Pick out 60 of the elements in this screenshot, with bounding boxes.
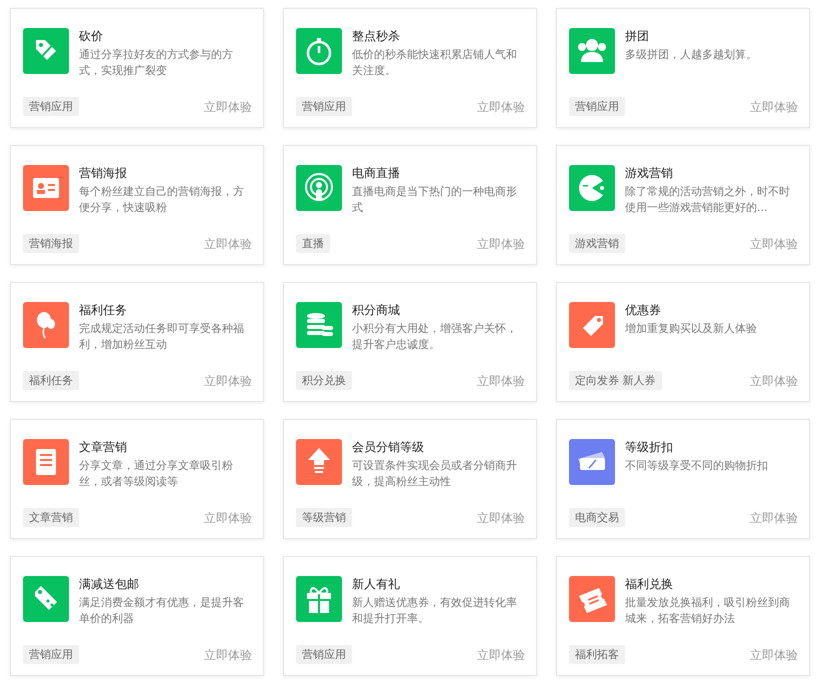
try-now-link[interactable]: 立即体验	[477, 99, 525, 116]
card-description: 分享文章，通过分享文章吸引粉丝，或者等级阅读等	[79, 458, 234, 490]
card-description: 批量发放兑换福利，吸引粉丝到商城来，拓客营销好办法	[625, 595, 791, 627]
card-description: 满足消费金额才有优惠，是提升客单价的利器	[79, 595, 245, 627]
card-title: 福利任务	[79, 302, 128, 318]
category-tag: 积分兑换	[296, 371, 352, 390]
category-tag: 等级营销	[296, 508, 352, 527]
card-description: 直播电商是当下热门的一种电商形式	[352, 184, 518, 216]
category-tag: 营销应用	[569, 97, 625, 116]
card-title: 会员分销等级	[352, 439, 425, 455]
card-title: 文章营销	[79, 439, 128, 455]
card-title: 新人有礼	[352, 576, 401, 592]
card-description: 除了常规的活动营销之外，时不时使用一些游戏营销能更好的...	[625, 184, 791, 216]
try-now-link[interactable]: 立即体验	[204, 510, 252, 527]
card-description: 增加重复购买以及新人体验	[625, 321, 758, 337]
card-title: 拼团	[625, 28, 650, 44]
try-now-link[interactable]: 立即体验	[477, 510, 525, 527]
card-description: 通过分享拉好友的方式参与的方式，实现推广裂变	[79, 47, 234, 79]
card-title: 优惠券	[625, 302, 662, 318]
card-title: 砍价	[79, 28, 104, 44]
try-now-link[interactable]: 立即体验	[477, 236, 525, 253]
category-tag: 定向发券 新人券	[569, 371, 662, 390]
card-title: 整点秒杀	[352, 28, 401, 44]
card-description: 每个粉丝建立自己的营销海报，方便分享，快速吸粉	[79, 184, 245, 216]
card-title: 电商直播	[352, 165, 401, 181]
try-now-link[interactable]: 立即体验	[750, 99, 798, 116]
category-tag: 营销应用	[296, 645, 352, 664]
try-now-link[interactable]: 立即体验	[477, 373, 525, 390]
try-now-link[interactable]: 立即体验	[477, 647, 525, 664]
category-tag: 福利拓客	[569, 645, 625, 664]
category-tag: 游戏营销	[569, 234, 625, 253]
card-description: 多级拼团，人越多越划算。	[625, 47, 758, 63]
category-tag: 福利任务	[23, 371, 79, 390]
try-now-link[interactable]: 立即体验	[204, 647, 252, 664]
try-now-link[interactable]: 立即体验	[750, 373, 798, 390]
card-description: 低价的秒杀能快速积累店铺人气和关注度。	[352, 47, 518, 79]
try-now-link[interactable]: 立即体验	[750, 647, 798, 664]
card-description: 可设置条件实现会员或者分销商升级，提高粉丝主动性	[352, 458, 518, 490]
card-title: 满减送包邮	[79, 576, 140, 592]
category-tag: 直播	[296, 234, 330, 253]
card-title: 游戏营销	[625, 165, 674, 181]
card-description: 不同等级享受不同的购物折扣	[625, 458, 769, 474]
card-description: 新人赠送优惠券，有效促进转化率和提升打开率。	[352, 595, 518, 627]
card-title: 福利兑换	[625, 576, 674, 592]
try-now-link[interactable]: 立即体验	[204, 236, 252, 253]
category-tag: 营销应用	[296, 97, 352, 116]
category-tag: 营销海报	[23, 234, 79, 253]
category-tag: 文章营销	[23, 508, 79, 527]
category-tag: 电商交易	[569, 508, 625, 527]
card-description: 小积分有大用处，增强客户关怀，提升客户忠诚度。	[352, 321, 518, 353]
category-tag: 营销应用	[23, 645, 79, 664]
category-tag: 营销应用	[23, 97, 79, 116]
try-now-link[interactable]: 立即体验	[750, 236, 798, 253]
card-description: 完成规定活动任务即可享受各种福利，增加粉丝互动	[79, 321, 245, 353]
try-now-link[interactable]: 立即体验	[750, 510, 798, 527]
card-title: 积分商城	[352, 302, 401, 318]
try-now-link[interactable]: 立即体验	[204, 373, 252, 390]
try-now-link[interactable]: 立即体验	[204, 99, 252, 116]
card-title: 等级折扣	[625, 439, 674, 455]
card-title: 营销海报	[79, 165, 128, 181]
